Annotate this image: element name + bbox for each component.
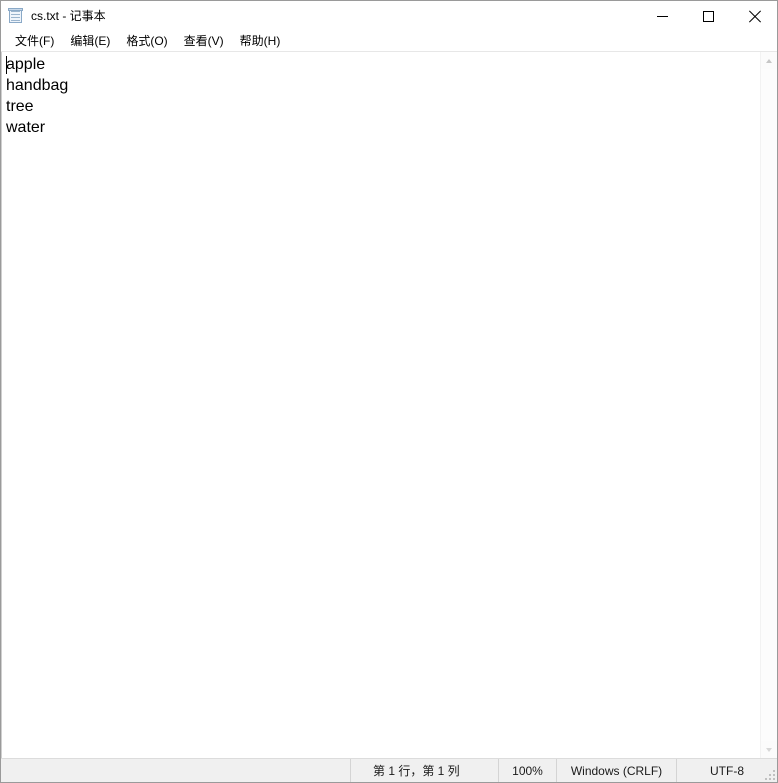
status-line-ending: Windows (CRLF) [556,759,676,782]
text-line: tree [6,98,34,115]
menu-bar: 文件(F) 编辑(E) 格式(O) 查看(V) 帮助(H) [1,31,777,51]
chevron-up-icon [766,58,772,63]
text-caret [6,56,7,74]
menu-item-file[interactable]: 文件(F) [7,31,62,51]
minimize-button[interactable] [639,1,685,31]
notepad-window: cs.txt - 记事本 文件(F) 编辑(E) 格式(O) 查看(V) 帮助(… [0,0,778,783]
menu-item-edit[interactable]: 编辑(E) [62,31,118,51]
maximize-icon [702,10,714,22]
status-cursor-position: 第 1 行，第 1 列 [350,759,498,782]
text-line: handbag [6,77,69,94]
status-bar: 第 1 行，第 1 列 100% Windows (CRLF) UTF-8 [1,758,777,782]
chevron-down-icon [766,747,772,752]
window-title: cs.txt - 记事本 [31,9,106,23]
title-bar-left: cs.txt - 记事本 [1,8,639,24]
menu-item-format[interactable]: 格式(O) [118,31,175,51]
notepad-icon [8,8,24,24]
scroll-up-button[interactable] [761,52,778,69]
text-line: apple [6,56,46,73]
title-bar[interactable]: cs.txt - 记事本 [1,1,777,31]
menu-item-help[interactable]: 帮助(H) [232,31,289,51]
editor-area: apple handbag tree water [1,51,777,758]
status-zoom-level[interactable]: 100% [498,759,556,782]
text-editor[interactable]: apple handbag tree water [1,52,760,758]
window-controls [639,1,777,31]
close-icon [748,10,761,23]
text-line: water [6,119,46,136]
maximize-button[interactable] [685,1,731,31]
scroll-down-button[interactable] [761,741,778,758]
menu-item-view[interactable]: 查看(V) [176,31,232,51]
close-button[interactable] [731,1,777,31]
minimize-icon [656,15,668,17]
status-encoding: UTF-8 [676,759,777,782]
scrollbar-thumb[interactable] [760,69,777,741]
vertical-scrollbar[interactable] [760,52,777,758]
